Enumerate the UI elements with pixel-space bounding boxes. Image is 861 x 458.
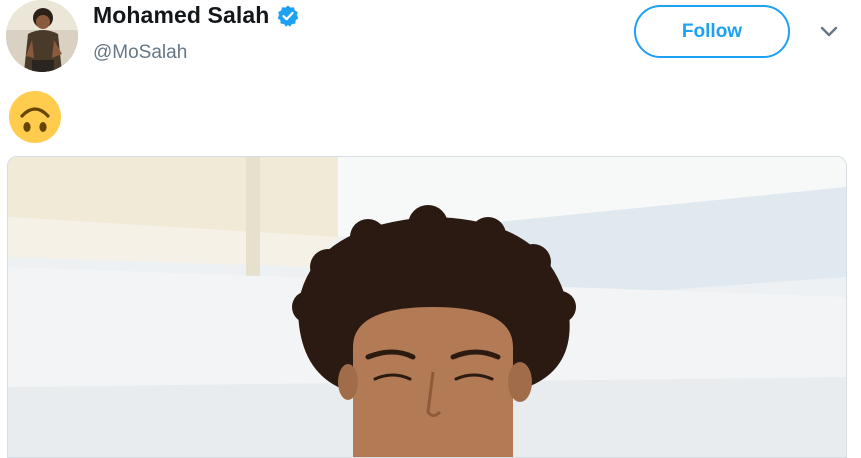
verified-badge-icon xyxy=(276,4,300,28)
photo-person-smiling xyxy=(8,157,846,457)
avatar-photo xyxy=(6,0,78,72)
author-handle[interactable]: @MoSalah xyxy=(93,42,187,64)
author-display-name[interactable]: Mohamed Salah xyxy=(93,2,269,29)
upside-down-face-emoji-icon xyxy=(8,90,62,144)
chevron-down-icon[interactable] xyxy=(818,24,840,40)
tweet-media-photo[interactable] xyxy=(7,156,847,458)
author-avatar[interactable] xyxy=(6,0,78,72)
author-name-row: Mohamed Salah xyxy=(93,2,300,29)
follow-button[interactable]: Follow xyxy=(634,5,790,58)
